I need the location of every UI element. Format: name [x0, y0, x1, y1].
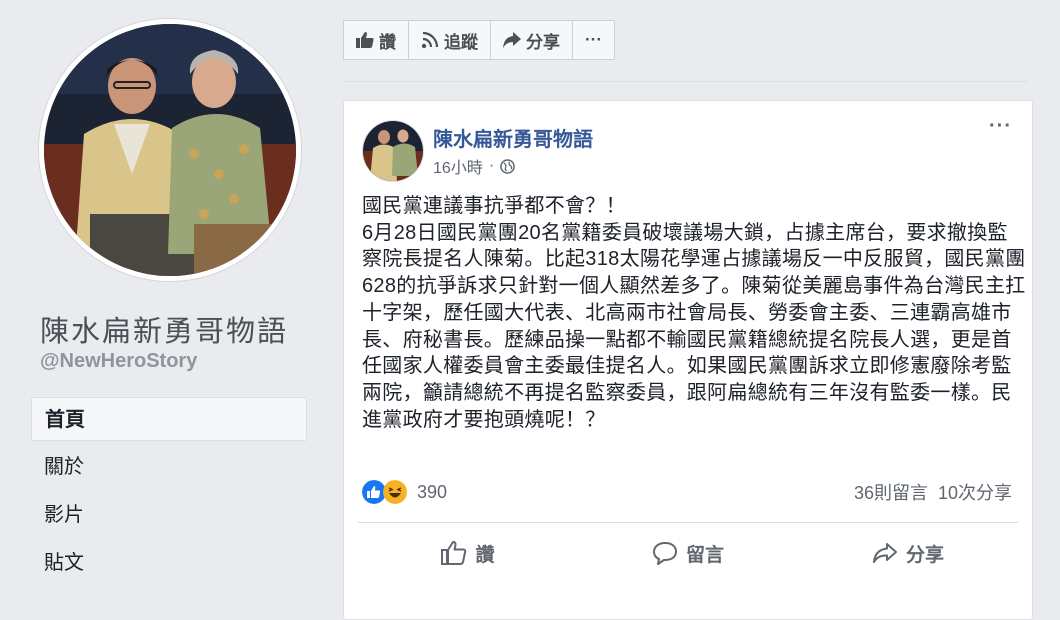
nav-item-home[interactable]: 首頁 — [31, 397, 307, 441]
reaction-count: 390 — [417, 481, 448, 502]
avatar-image — [363, 121, 423, 181]
page-handle[interactable]: @NewHeroStory — [40, 350, 197, 373]
reaction-summary[interactable]: 390 — [362, 480, 447, 504]
page-more-button[interactable]: ··· — [572, 20, 615, 60]
post-meta: 16小時 · — [433, 154, 515, 178]
post-like-button[interactable]: 讚 — [358, 533, 578, 573]
profile-picture[interactable] — [39, 19, 301, 281]
post-timestamp[interactable]: 16小時 — [433, 154, 483, 178]
post-share-label: 分享 — [905, 544, 944, 566]
post-author-avatar[interactable] — [362, 120, 424, 182]
thumbs-up-icon — [356, 32, 374, 48]
page-share-button[interactable]: 分享 — [490, 20, 573, 60]
nav-item-posts[interactable]: 貼文 — [31, 541, 307, 585]
post-like-label: 讚 — [475, 544, 495, 566]
meta-separator: · — [488, 157, 495, 174]
nav-item-about[interactable]: 關於 — [31, 445, 307, 489]
post-author-name[interactable]: 陳水扁新勇哥物語 — [433, 123, 593, 152]
post-stats: 390 36則留言 10次分享 — [362, 479, 1012, 505]
comments-count[interactable]: 36則留言 — [854, 479, 928, 505]
post-share-button[interactable]: 分享 — [798, 533, 1018, 573]
more-dots-icon: ··· — [585, 30, 602, 49]
page-follow-button[interactable]: 追蹤 — [408, 20, 491, 60]
rss-follow-icon — [421, 31, 439, 49]
post-action-divider — [358, 522, 1018, 523]
page-share-label: 分享 — [526, 32, 560, 52]
share-outline-icon — [872, 543, 897, 563]
post-card: 陳水扁新勇哥物語 16小時 · ··· 國民黨連議事抗爭都不會？！ 6月28日國… — [343, 100, 1033, 620]
page-nav: 首頁 關於 影片 貼文 — [31, 397, 307, 589]
globe-icon[interactable] — [500, 158, 515, 174]
profile-photo-image — [44, 24, 296, 276]
page-like-label: 讚 — [379, 32, 396, 52]
section-divider — [343, 81, 1028, 82]
thumbs-up-outline-icon — [441, 541, 467, 565]
shares-count[interactable]: 10次分享 — [938, 479, 1012, 505]
post-comment-button[interactable]: 留言 — [578, 533, 798, 573]
post-actions: 讚 留言 分享 — [358, 533, 1018, 573]
haha-reaction-icon — [383, 480, 407, 504]
post-body-text: 國民黨連議事抗爭都不會？！ 6月28日國民黨團20名黨籍委員破壞議場大鎖，占據主… — [362, 195, 1026, 431]
page-like-button[interactable]: 讚 — [343, 20, 409, 60]
post-comment-label: 留言 — [685, 544, 724, 566]
left-sidebar: 陳水扁新勇哥物語 @NewHeroStory 首頁 關於 影片 貼文 — [0, 0, 325, 596]
page-name[interactable]: 陳水扁新勇哥物語 — [40, 308, 288, 350]
page-follow-label: 追蹤 — [444, 32, 478, 52]
nav-item-videos[interactable]: 影片 — [31, 493, 307, 537]
page-action-bar: 讚 追蹤 分享 ··· — [343, 20, 615, 60]
share-arrow-icon — [503, 32, 521, 48]
main-column: 讚 追蹤 分享 ··· 陳水扁新勇哥物語 16小時 · ··· 國民黨連議事抗爭… — [325, 0, 1060, 620]
comment-bubble-icon — [652, 542, 677, 565]
post-options-button[interactable]: ··· — [989, 115, 1012, 138]
